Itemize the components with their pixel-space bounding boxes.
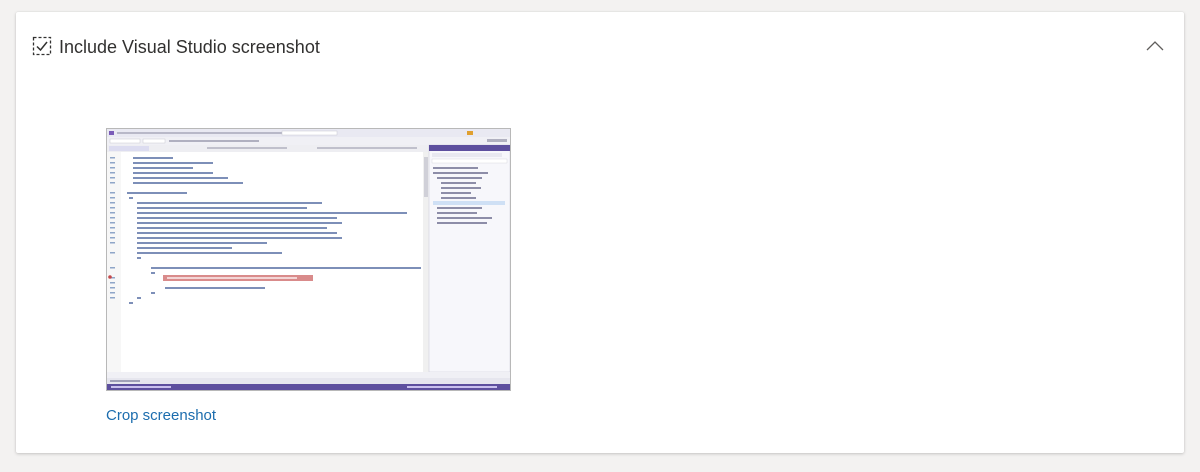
chevron-up-icon[interactable] (1144, 36, 1166, 56)
visual-studio-screenshot-thumbnail (106, 128, 511, 391)
crop-screenshot-link[interactable]: Crop screenshot (106, 407, 216, 424)
dashed-checkbox-check-icon (32, 36, 52, 56)
section-title: Include Visual Studio screenshot (59, 37, 320, 57)
section-header[interactable]: Include Visual Studio screenshot (16, 12, 1184, 82)
screenshot-section-card: Include Visual Studio screenshot Crop sc… (16, 12, 1184, 453)
